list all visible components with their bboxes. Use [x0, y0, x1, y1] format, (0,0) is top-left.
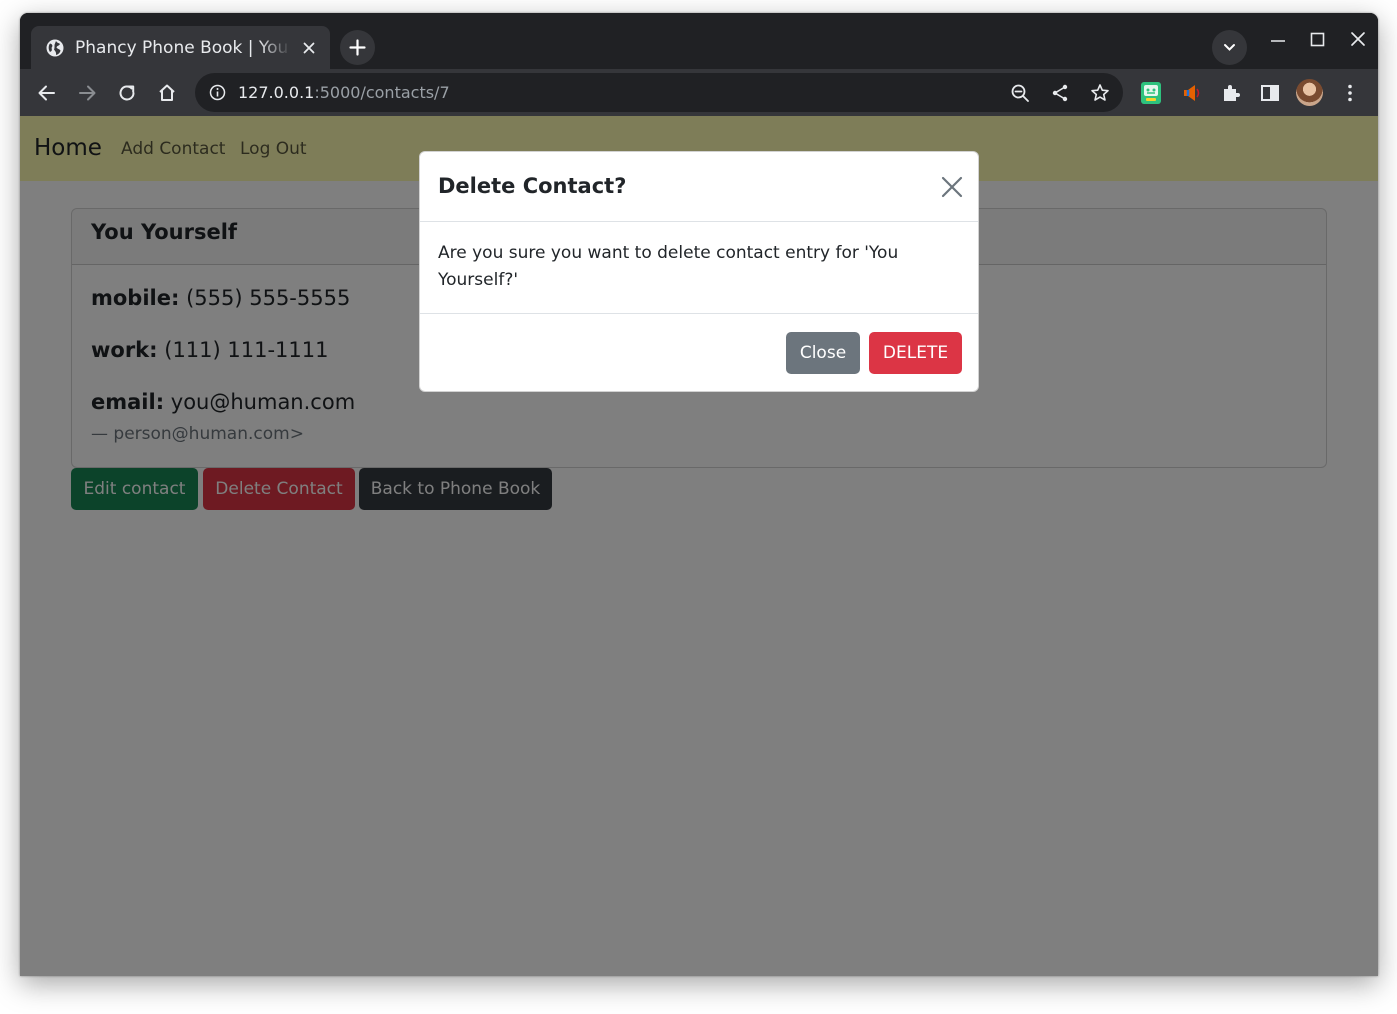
- globe-icon: [46, 39, 64, 57]
- forward-arrow-icon[interactable]: [76, 82, 98, 104]
- close-icon[interactable]: [940, 175, 964, 199]
- maximize-icon[interactable]: [1308, 29, 1328, 49]
- delete-confirm-dialog: Delete Contact? Are you sure you want to…: [419, 151, 979, 392]
- tab-search-button[interactable]: [1212, 30, 1247, 65]
- browser-tab[interactable]: Phancy Phone Book | You: [31, 26, 330, 69]
- close-window-icon[interactable]: [1348, 29, 1368, 49]
- modal-title: Delete Contact?: [438, 174, 627, 198]
- kebab-menu-icon[interactable]: [1339, 82, 1361, 104]
- minimize-icon[interactable]: [1268, 29, 1288, 49]
- close-tab-icon[interactable]: [301, 40, 317, 56]
- modal-close-button[interactable]: Close: [786, 332, 860, 374]
- modal-message: Are you sure you want to delete contact …: [438, 243, 899, 290]
- extensions-puzzle-icon[interactable]: [1220, 82, 1242, 104]
- home-icon[interactable]: [156, 82, 178, 104]
- modal-header: Delete Contact?: [420, 152, 978, 222]
- url-host: 127.0.0.1: [238, 83, 315, 102]
- side-panel-icon[interactable]: [1259, 82, 1281, 104]
- zoom-out-icon[interactable]: [1010, 83, 1030, 103]
- modal-footer: Close DELETE: [420, 313, 978, 391]
- plus-icon: [349, 39, 366, 56]
- url-text[interactable]: 127.0.0.1:5000/contacts/7: [238, 82, 450, 103]
- chevron-down-icon: [1224, 44, 1235, 51]
- address-bar[interactable]: 127.0.0.1:5000/contacts/7: [195, 73, 1123, 112]
- browser-toolbar: 127.0.0.1:5000/contacts/7: [20, 69, 1378, 116]
- reload-icon[interactable]: [116, 82, 138, 104]
- profile-avatar[interactable]: [1296, 79, 1323, 106]
- share-icon[interactable]: [1050, 83, 1070, 103]
- tab-strip: Phancy Phone Book | You: [20, 13, 1378, 69]
- extension-green-icon[interactable]: [1140, 81, 1162, 105]
- extension-megaphone-icon[interactable]: [1180, 82, 1202, 104]
- info-icon[interactable]: [209, 84, 226, 101]
- new-tab-button[interactable]: [340, 30, 375, 65]
- modal-delete-button[interactable]: DELETE: [869, 332, 962, 374]
- bookmark-star-icon[interactable]: [1090, 83, 1110, 103]
- url-path: :5000/contacts/7: [314, 83, 450, 102]
- page-viewport: Home Add Contact Log Out You Yourself mo…: [20, 116, 1378, 976]
- browser-window: Phancy Phone Book | You 127.0.0.1:5000/c…: [20, 13, 1378, 976]
- back-arrow-icon[interactable]: [36, 82, 58, 104]
- tab-title: Phancy Phone Book | You: [75, 38, 289, 58]
